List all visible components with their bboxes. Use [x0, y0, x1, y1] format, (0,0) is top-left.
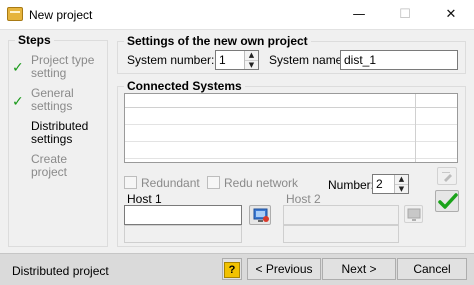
step-label: project — [31, 165, 68, 179]
redundant-label: Redundant — [141, 176, 200, 190]
help-button[interactable]: ? — [222, 258, 242, 280]
maximize-button: ☐ — [399, 7, 411, 22]
step-create-project: Create project — [31, 153, 67, 179]
spin-up-icon[interactable]: ▲ — [245, 51, 258, 60]
spin-up-icon[interactable]: ▲ — [395, 175, 408, 184]
minimize-button[interactable]: — — [336, 0, 382, 30]
table-row[interactable] — [125, 125, 457, 142]
redu-network-checkbox — [207, 176, 220, 189]
green-check-icon — [438, 193, 458, 209]
number-spinner[interactable]: ▲ ▼ — [394, 175, 408, 193]
number-field[interactable]: 2 ▲ ▼ — [372, 174, 409, 194]
system-name-label: System name: — [269, 53, 346, 67]
edit-button — [437, 167, 457, 185]
table-header — [125, 94, 457, 108]
host1-browse-button[interactable] — [249, 205, 271, 225]
step-label: setting — [31, 66, 67, 80]
step-distributed-settings: Distributed settings — [31, 120, 88, 146]
next-button[interactable]: Next > — [322, 258, 396, 280]
host2-browse-button — [404, 205, 423, 223]
close-button[interactable]: ✕ — [428, 0, 474, 30]
host1-secondary-field — [124, 225, 242, 243]
steps-title: Steps — [18, 33, 51, 47]
cancel-button[interactable]: Cancel — [397, 258, 467, 280]
step-done-check-icon: ✓ — [12, 60, 24, 76]
system-number-spinner[interactable]: ▲ ▼ — [244, 51, 258, 69]
previous-button[interactable]: < Previous — [247, 258, 321, 280]
system-number-field[interactable]: 1 ▲ ▼ — [215, 50, 259, 70]
host1-label: Host 1 — [127, 192, 162, 206]
table-row[interactable] — [125, 108, 457, 125]
redu-network-label: Redu network — [224, 176, 299, 190]
number-label: Number: — [328, 178, 375, 192]
connected-systems-table[interactable] — [124, 93, 458, 163]
network-host-icon — [253, 208, 269, 222]
step-label: settings — [31, 132, 73, 146]
step-project-type: Project type setting — [31, 54, 94, 80]
network-host-icon — [407, 208, 421, 221]
host1-field[interactable] — [124, 205, 242, 225]
status-text: Distributed project — [12, 264, 109, 278]
host2-secondary-field — [283, 225, 399, 243]
redundant-checkbox — [124, 176, 137, 189]
apply-button[interactable] — [435, 190, 459, 212]
settings-title: Settings of the new own project — [127, 34, 308, 48]
spin-down-icon[interactable]: ▼ — [245, 60, 258, 69]
system-number-value: 1 — [219, 53, 226, 67]
host2-label: Host 2 — [286, 192, 321, 206]
spin-down-icon[interactable]: ▼ — [395, 184, 408, 193]
step-label: settings — [31, 99, 73, 113]
connected-systems-title: Connected Systems — [127, 79, 242, 93]
window-title: New project — [29, 8, 93, 22]
help-icon: ? — [224, 262, 240, 278]
system-name-field[interactable]: dist_1 — [340, 50, 458, 70]
step-general-settings: General settings — [31, 87, 74, 113]
project-folder-icon — [7, 7, 23, 21]
column-divider — [415, 94, 416, 162]
table-row[interactable] — [125, 142, 457, 159]
step-done-check-icon: ✓ — [12, 94, 24, 110]
host2-field — [283, 205, 399, 225]
system-number-label: System number: — [127, 53, 215, 67]
number-value: 2 — [376, 177, 383, 191]
edit-pencil-icon — [442, 172, 452, 182]
